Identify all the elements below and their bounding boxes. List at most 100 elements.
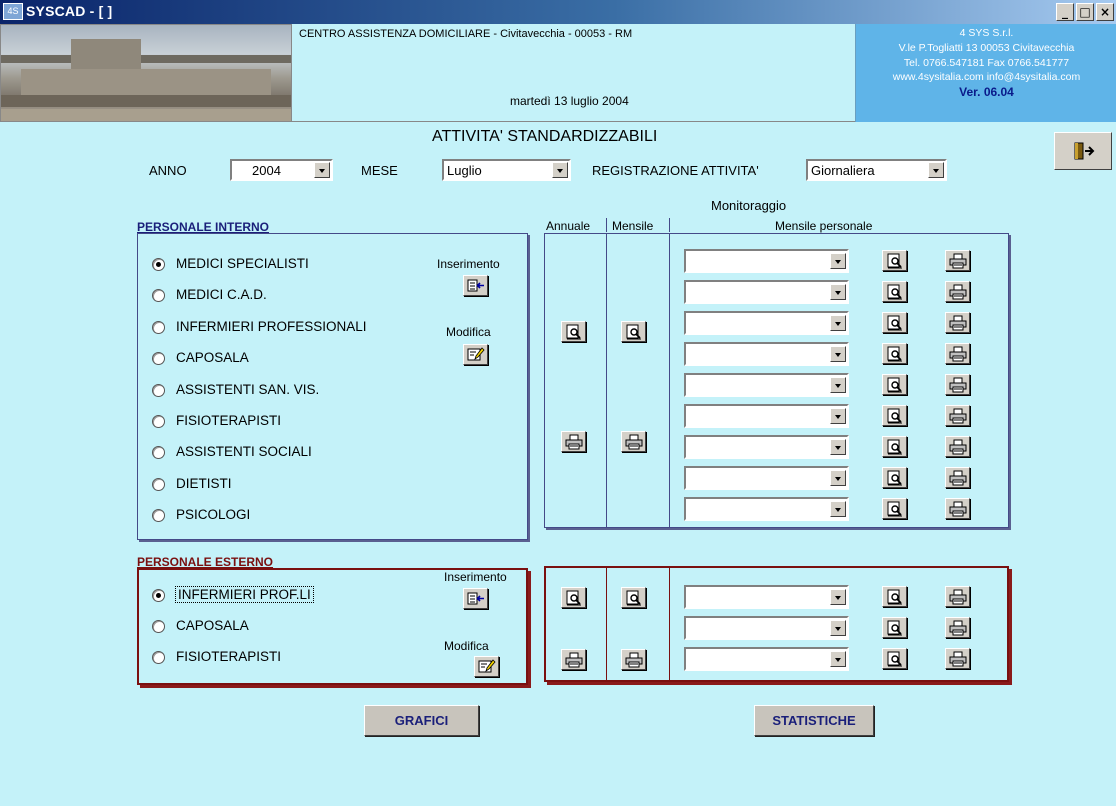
chevron-down-icon[interactable]	[830, 651, 846, 667]
personale-print-button[interactable]	[945, 498, 970, 519]
mese-label: MESE	[361, 163, 398, 178]
mensile-personale-select[interactable]	[684, 435, 849, 459]
grafici-button[interactable]: GRAFICI	[364, 705, 479, 736]
radio-label[interactable]: INFERMIERI PROF.LI	[175, 586, 314, 603]
esterno-mensile-print-button[interactable]	[621, 649, 646, 670]
personale-print-button[interactable]	[945, 343, 970, 364]
personale-print-button[interactable]	[945, 648, 970, 669]
radio-button[interactable]	[152, 651, 165, 664]
mensile-personale-select[interactable]	[684, 311, 849, 335]
radio-button[interactable]	[152, 383, 165, 397]
anno-select[interactable]: 2004	[230, 159, 333, 181]
mensile-personale-select[interactable]	[684, 404, 849, 428]
personale-print-button[interactable]	[945, 617, 970, 638]
chevron-down-icon[interactable]	[830, 346, 846, 362]
modifica-button[interactable]	[463, 344, 488, 365]
printer-icon	[565, 434, 583, 450]
chevron-down-icon[interactable]	[314, 162, 330, 178]
minimize-button[interactable]: _	[1056, 3, 1074, 21]
mensile-personale-select[interactable]	[684, 616, 849, 640]
statistiche-button[interactable]: STATISTICHE	[754, 705, 874, 736]
chevron-down-icon[interactable]	[928, 162, 944, 178]
radio-label[interactable]: FISIOTERAPISTI	[176, 413, 281, 428]
esterno-annuale-print-button[interactable]	[561, 649, 586, 670]
chevron-down-icon[interactable]	[830, 470, 846, 486]
annuale-preview-button[interactable]	[561, 321, 586, 342]
chevron-down-icon[interactable]	[830, 589, 846, 605]
radio-label[interactable]: MEDICI SPECIALISTI	[176, 256, 309, 271]
radio-label[interactable]: MEDICI C.A.D.	[176, 287, 267, 302]
personale-preview-button[interactable]	[882, 343, 907, 364]
esterno-mensile-preview-button[interactable]	[621, 587, 646, 608]
exit-button[interactable]	[1054, 132, 1112, 170]
inserimento-button[interactable]	[463, 275, 488, 296]
personale-preview-button[interactable]	[882, 312, 907, 333]
personale-preview-button[interactable]	[882, 250, 907, 271]
radio-button[interactable]	[152, 258, 165, 271]
esterno-annuale-preview-button[interactable]	[561, 587, 586, 608]
personale-preview-button[interactable]	[882, 467, 907, 488]
chevron-down-icon[interactable]	[830, 284, 846, 300]
radio-button[interactable]	[152, 589, 165, 602]
personale-print-button[interactable]	[945, 374, 970, 395]
radio-label[interactable]: FISIOTERAPISTI	[176, 649, 281, 664]
print-preview-icon	[626, 590, 641, 606]
mensile-personale-select[interactable]	[684, 647, 849, 671]
mensile-preview-button[interactable]	[621, 321, 646, 342]
radio-label[interactable]: CAPOSALA	[176, 350, 249, 365]
radio-button[interactable]	[152, 320, 165, 334]
chevron-down-icon[interactable]	[830, 620, 846, 636]
radio-label[interactable]: CAPOSALA	[176, 618, 249, 633]
chevron-down-icon[interactable]	[552, 162, 568, 178]
chevron-down-icon[interactable]	[830, 501, 846, 517]
personale-preview-button[interactable]	[882, 405, 907, 426]
mensile-personale-select[interactable]	[684, 497, 849, 521]
mensile-personale-select[interactable]	[684, 585, 849, 609]
esterno-inserimento-button[interactable]	[463, 588, 488, 609]
mensile-print-button[interactable]	[621, 431, 646, 452]
printer-icon	[949, 315, 967, 331]
radio-label[interactable]: PSICOLOGI	[176, 507, 250, 522]
personale-print-button[interactable]	[945, 250, 970, 271]
mensile-personale-select[interactable]	[684, 280, 849, 304]
chevron-down-icon[interactable]	[830, 439, 846, 455]
mensile-personale-select[interactable]	[684, 249, 849, 273]
personale-preview-button[interactable]	[882, 498, 907, 519]
inserimento-label: Inserimento	[444, 570, 507, 584]
radio-label[interactable]: INFERMIERI PROFESSIONALI	[176, 319, 367, 334]
radio-label[interactable]: ASSISTENTI SOCIALI	[176, 444, 312, 459]
radio-button[interactable]	[152, 477, 165, 491]
personale-preview-button[interactable]	[882, 586, 907, 607]
mensile-personale-select[interactable]	[684, 373, 849, 397]
radio-label[interactable]: ASSISTENTI SAN. VIS.	[176, 382, 319, 397]
personale-print-button[interactable]	[945, 405, 970, 426]
esterno-modifica-button[interactable]	[474, 656, 499, 677]
personale-print-button[interactable]	[945, 312, 970, 333]
chevron-down-icon[interactable]	[830, 315, 846, 331]
edit-record-icon	[467, 347, 485, 361]
personale-print-button[interactable]	[945, 281, 970, 302]
title-bar[interactable]: 4S SYSCAD - [ ] _ □ ×	[0, 0, 1116, 24]
close-button[interactable]: ×	[1096, 3, 1114, 21]
personale-print-button[interactable]	[945, 467, 970, 488]
personale-print-button[interactable]	[945, 586, 970, 607]
registrazione-select[interactable]: Giornaliera	[806, 159, 947, 181]
radio-button[interactable]	[152, 415, 165, 428]
personale-preview-button[interactable]	[882, 436, 907, 457]
column-divider	[606, 233, 607, 528]
personale-print-button[interactable]	[945, 436, 970, 457]
personale-preview-button[interactable]	[882, 281, 907, 302]
mensile-personale-select[interactable]	[684, 342, 849, 366]
personale-preview-button[interactable]	[882, 374, 907, 395]
chevron-down-icon[interactable]	[830, 253, 846, 269]
chevron-down-icon[interactable]	[830, 408, 846, 424]
personale-preview-button[interactable]	[882, 648, 907, 669]
mensile-personale-select[interactable]	[684, 466, 849, 490]
radio-label[interactable]: DIETISTI	[176, 476, 232, 491]
annuale-print-button[interactable]	[561, 431, 586, 452]
mese-select[interactable]: Luglio	[442, 159, 571, 181]
chevron-down-icon[interactable]	[830, 377, 846, 393]
personale-preview-button[interactable]	[882, 617, 907, 638]
restore-button[interactable]: □	[1076, 3, 1094, 21]
radio-button[interactable]	[152, 620, 165, 633]
